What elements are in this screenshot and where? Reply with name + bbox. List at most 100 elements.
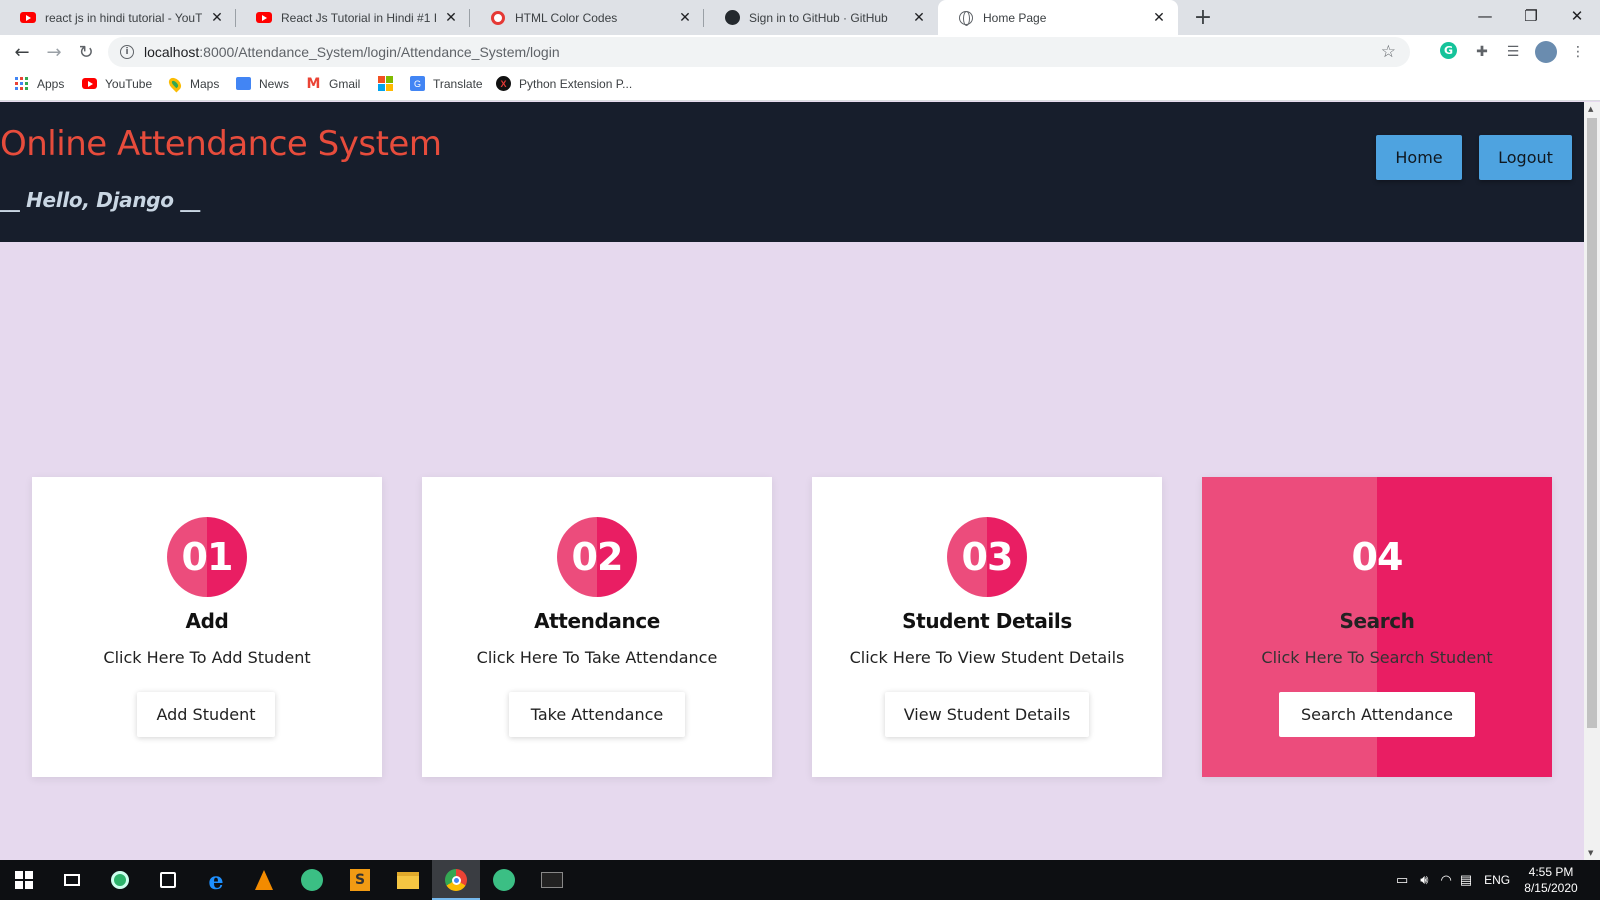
- menu-dots-icon[interactable]: ⋮: [1568, 42, 1588, 62]
- url-text: localhost:8000/Attendance_System/login/A…: [144, 44, 560, 60]
- card-title: Add: [185, 609, 229, 633]
- notification-center-icon[interactable]: ▤: [1460, 872, 1472, 888]
- taskbar-app-store[interactable]: [144, 860, 192, 900]
- minimize-button[interactable]: —: [1462, 0, 1508, 32]
- reload-button[interactable]: ↻: [72, 38, 100, 66]
- bookmarks-bar: Apps YouTube Maps News M Gmail G Transla…: [0, 69, 1600, 101]
- bookmark-youtube[interactable]: YouTube: [82, 76, 152, 91]
- clock-date: 8/15/2020: [1524, 881, 1578, 895]
- globe-icon: [958, 10, 974, 26]
- taskbar-app-chrome[interactable]: [432, 860, 480, 900]
- browser-tab[interactable]: HTML Color Codes ✕: [470, 0, 704, 35]
- bookmark-translate[interactable]: G Translate: [410, 76, 483, 91]
- card-description: Click Here To Add Student: [103, 648, 311, 667]
- browser-tab[interactable]: react js in hindi tutorial - YouTube ✕: [0, 0, 236, 35]
- vlc-cone-icon: [255, 870, 273, 890]
- python-extension-icon: X: [496, 76, 511, 91]
- extensions-puzzle-icon[interactable]: ✚: [1472, 42, 1492, 62]
- take-attendance-button[interactable]: Take Attendance: [509, 692, 685, 737]
- close-icon[interactable]: ✕: [910, 9, 928, 27]
- card-number-badge: 04: [1351, 535, 1404, 579]
- taskbar-app-terminal[interactable]: [528, 860, 576, 900]
- scroll-down-icon[interactable]: ▼: [1588, 849, 1593, 857]
- taskbar-app-vlc[interactable]: [240, 860, 288, 900]
- wifi-icon[interactable]: ◠: [1441, 872, 1452, 888]
- bookmark-news[interactable]: News: [236, 76, 289, 91]
- task-view-button[interactable]: [48, 860, 96, 900]
- close-window-button[interactable]: ✕: [1554, 0, 1600, 32]
- store-bag-icon: [160, 872, 176, 888]
- logout-nav-button[interactable]: Logout: [1479, 135, 1572, 180]
- windows-taskbar: e S ▭ 🔊︎ ◠ ▤ ENG 4:55 PM 8/15/2020: [0, 860, 1600, 900]
- browser-tab-active[interactable]: Home Page ✕: [938, 0, 1178, 35]
- browser-tab-bar: react js in hindi tutorial - YouTube ✕ R…: [0, 0, 1600, 35]
- back-button[interactable]: ←: [8, 38, 36, 66]
- github-icon: [724, 10, 740, 26]
- bookmark-star-icon[interactable]: ☆: [1381, 42, 1396, 62]
- gmail-icon: M: [306, 75, 321, 92]
- new-tab-button[interactable]: +: [1190, 4, 1216, 30]
- language-indicator[interactable]: ENG: [1484, 873, 1510, 887]
- site-brand-title: Online Attendance System: [0, 124, 442, 164]
- view-student-details-button[interactable]: View Student Details: [885, 692, 1089, 737]
- task-view-icon: [64, 874, 80, 886]
- scroll-up-icon[interactable]: ▲: [1588, 105, 1593, 113]
- windows-logo-icon: [15, 871, 33, 889]
- feature-card-search[interactable]: 04 Search Click Here To Search Student S…: [1202, 477, 1552, 777]
- home-nav-button[interactable]: Home: [1376, 135, 1462, 180]
- address-bar[interactable]: i localhost:8000/Attendance_System/login…: [108, 37, 1410, 67]
- taskbar-app-chatgpt[interactable]: [288, 860, 336, 900]
- close-icon[interactable]: ✕: [442, 9, 460, 27]
- restore-button[interactable]: ❐: [1508, 0, 1554, 32]
- card-title: Attendance: [534, 609, 660, 633]
- grammarly-icon[interactable]: G: [1440, 42, 1457, 59]
- taskbar-clock[interactable]: 4:55 PM 8/15/2020: [1516, 864, 1586, 896]
- tab-title: HTML Color Codes: [515, 10, 618, 25]
- system-tray: ▭ 🔊︎ ◠ ▤ ENG: [1396, 860, 1510, 900]
- feature-card-student-details[interactable]: 03 Student Details Click Here To View St…: [812, 477, 1162, 777]
- bookmark-python-extension[interactable]: X Python Extension P...: [496, 76, 632, 91]
- forward-button[interactable]: →: [40, 38, 68, 66]
- close-icon[interactable]: ✕: [1150, 9, 1168, 27]
- apps-grid-icon: [14, 76, 29, 91]
- microsoft-icon: [378, 76, 393, 91]
- bookmark-gmail[interactable]: M Gmail: [306, 75, 361, 92]
- taskbar-app-green[interactable]: [480, 860, 528, 900]
- site-header: Online Attendance System __ Hello, Djang…: [0, 102, 1584, 242]
- scrollbar-thumb[interactable]: [1587, 118, 1597, 728]
- bookmark-maps[interactable]: Maps: [166, 75, 219, 92]
- opera-icon: [490, 10, 506, 26]
- close-icon[interactable]: ✕: [676, 9, 694, 27]
- browser-toolbar: ← → ↻ i localhost:8000/Attendance_System…: [0, 35, 1600, 69]
- browser-tab[interactable]: React Js Tutorial in Hindi #1 Intro ✕: [236, 0, 470, 35]
- news-icon: [236, 76, 251, 91]
- feature-card-add[interactable]: 01 Add Click Here To Add Student Add Stu…: [32, 477, 382, 777]
- taskbar-app-explorer[interactable]: [384, 860, 432, 900]
- folder-icon: [397, 871, 419, 889]
- youtube-icon: [20, 10, 36, 26]
- maps-pin-icon: [166, 75, 183, 92]
- taskbar-app-maps[interactable]: [96, 860, 144, 900]
- info-icon[interactable]: i: [120, 45, 134, 59]
- user-greeting: __ Hello, Django __: [0, 188, 200, 212]
- page-scrollbar[interactable]: ▲ ▼: [1584, 102, 1600, 860]
- sublime-text-icon: S: [350, 869, 370, 891]
- taskbar-app-edge[interactable]: e: [192, 860, 240, 900]
- volume-icon[interactable]: 🔊︎: [1420, 872, 1428, 888]
- bookmark-apps[interactable]: Apps: [14, 76, 64, 91]
- start-button[interactable]: [0, 860, 48, 900]
- profile-avatar[interactable]: [1535, 41, 1557, 63]
- clock-time: 4:55 PM: [1528, 865, 1574, 879]
- taskbar-app-sublime[interactable]: S: [336, 860, 384, 900]
- search-attendance-button[interactable]: Search Attendance: [1279, 692, 1475, 737]
- page-content: Online Attendance System __ Hello, Djang…: [0, 102, 1584, 860]
- feature-card-attendance[interactable]: 02 Attendance Click Here To Take Attenda…: [422, 477, 772, 777]
- card-description: Click Here To Take Attendance: [476, 648, 718, 667]
- card-title: Search: [1339, 609, 1415, 633]
- battery-icon[interactable]: ▭: [1396, 872, 1408, 888]
- browser-tab[interactable]: Sign in to GitHub · GitHub ✕: [704, 0, 938, 35]
- close-icon[interactable]: ✕: [208, 9, 226, 27]
- bookmark-microsoft[interactable]: [378, 76, 401, 91]
- media-queue-icon[interactable]: ☰: [1503, 42, 1523, 62]
- add-student-button[interactable]: Add Student: [137, 692, 275, 737]
